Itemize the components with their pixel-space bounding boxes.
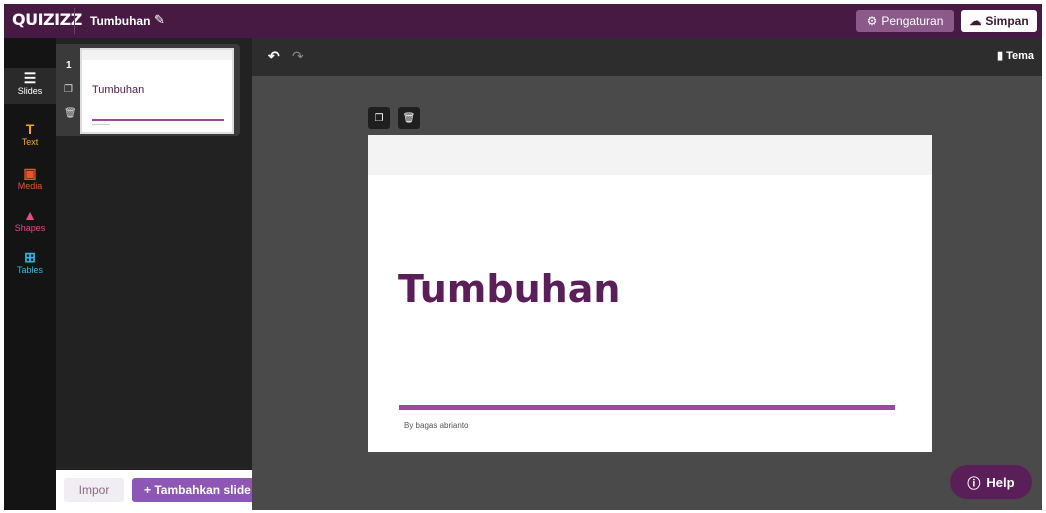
- slide-thumbnail[interactable]: Tumbuhan: [80, 48, 234, 134]
- sidebar-item-slides[interactable]: ☰ Slides: [4, 68, 56, 104]
- sidebar-item-label: Text: [21, 137, 39, 147]
- settings-button[interactable]: ⚙ Pengaturan: [856, 10, 954, 32]
- slide-number: 1: [66, 60, 72, 71]
- logo-divider: [74, 8, 75, 34]
- cloud-icon: ☁: [969, 14, 982, 28]
- text-icon: T: [25, 121, 35, 137]
- sidebar-item-label: Tables: [16, 265, 43, 275]
- theme-label: Tema: [1006, 50, 1034, 62]
- slide-title[interactable]: Tumbuhan: [398, 267, 620, 311]
- slide-author[interactable]: By bagas abrianto: [404, 421, 469, 430]
- trash-icon[interactable]: 🗑: [64, 108, 77, 119]
- app-frame: QUIZIZZ Tumbuhan ✎ ⚙ Pengaturan ☁ Simpan…: [4, 4, 1042, 510]
- media-icon: ▣: [23, 165, 37, 181]
- add-slide-button[interactable]: + Tambahkan slide b: [132, 478, 262, 502]
- undo-icon[interactable]: ↶: [268, 48, 280, 65]
- sidebar-item-label: Slides: [17, 86, 43, 96]
- canvas-toolbar: ↶ ↷ ▮ Tema: [252, 38, 1042, 76]
- slide-header-band: [368, 135, 932, 175]
- import-button[interactable]: Impor: [64, 478, 124, 502]
- duplicate-slide-icon[interactable]: ❐: [368, 107, 390, 129]
- pencil-icon[interactable]: ✎: [154, 12, 165, 28]
- thumbnail-title: Tumbuhan: [92, 84, 145, 96]
- thumbnail-header: [82, 50, 232, 60]
- duplicate-icon[interactable]: ❐: [64, 84, 73, 95]
- save-label: Simpan: [985, 14, 1029, 28]
- sidebar-item-media[interactable]: ▣ Media: [4, 165, 56, 192]
- slides-icon: ☰: [23, 70, 37, 86]
- redo-icon[interactable]: ↷: [292, 48, 304, 65]
- top-bar: QUIZIZZ Tumbuhan ✎ ⚙ Pengaturan ☁ Simpan: [4, 4, 1042, 38]
- slide-canvas: ❐ 🗑 Tumbuhan By bagas abrianto: [252, 76, 1042, 510]
- save-button[interactable]: ☁ Simpan: [961, 10, 1037, 32]
- slide-divider: [399, 405, 895, 410]
- settings-label: Pengaturan: [881, 14, 944, 28]
- sidebar-item-tables[interactable]: ⊞ Tables: [4, 249, 56, 276]
- thumbnail-divider: [92, 119, 224, 121]
- theme-button[interactable]: ▮ Tema: [997, 49, 1034, 62]
- slide-list-item[interactable]: 1 ❐ 🗑 Tumbuhan: [56, 44, 240, 136]
- slides-panel-footer: Impor + Tambahkan slide b: [56, 470, 262, 510]
- sidebar-item-text[interactable]: T Text: [4, 121, 56, 148]
- sidebar-item-label: Shapes: [14, 223, 46, 233]
- shapes-icon: ▲: [23, 207, 37, 223]
- help-icon: ⓘ: [967, 475, 981, 491]
- document-title[interactable]: Tumbuhan: [90, 14, 150, 28]
- sidebar-item-shapes[interactable]: ▲ Shapes: [4, 207, 56, 234]
- quizizz-logo[interactable]: QUIZIZZ: [12, 10, 82, 29]
- theme-icon: ▮: [996, 50, 1004, 62]
- delete-slide-icon[interactable]: 🗑: [398, 107, 420, 129]
- tool-sidebar: ☰ Slides T Text ▣ Media ▲ Shapes ⊞ Table…: [4, 38, 56, 510]
- help-button[interactable]: ⓘ Help: [950, 465, 1032, 499]
- sidebar-item-label: Media: [17, 181, 43, 191]
- gear-icon: ⚙: [866, 14, 878, 28]
- thumbnail-subtitle-line: [92, 124, 110, 125]
- slide[interactable]: Tumbuhan By bagas abrianto: [368, 135, 932, 452]
- slides-panel: 1 ❐ 🗑 Tumbuhan Impor + Tambahkan slide b: [56, 38, 262, 510]
- help-label: Help: [986, 474, 1015, 490]
- tables-icon: ⊞: [24, 249, 36, 265]
